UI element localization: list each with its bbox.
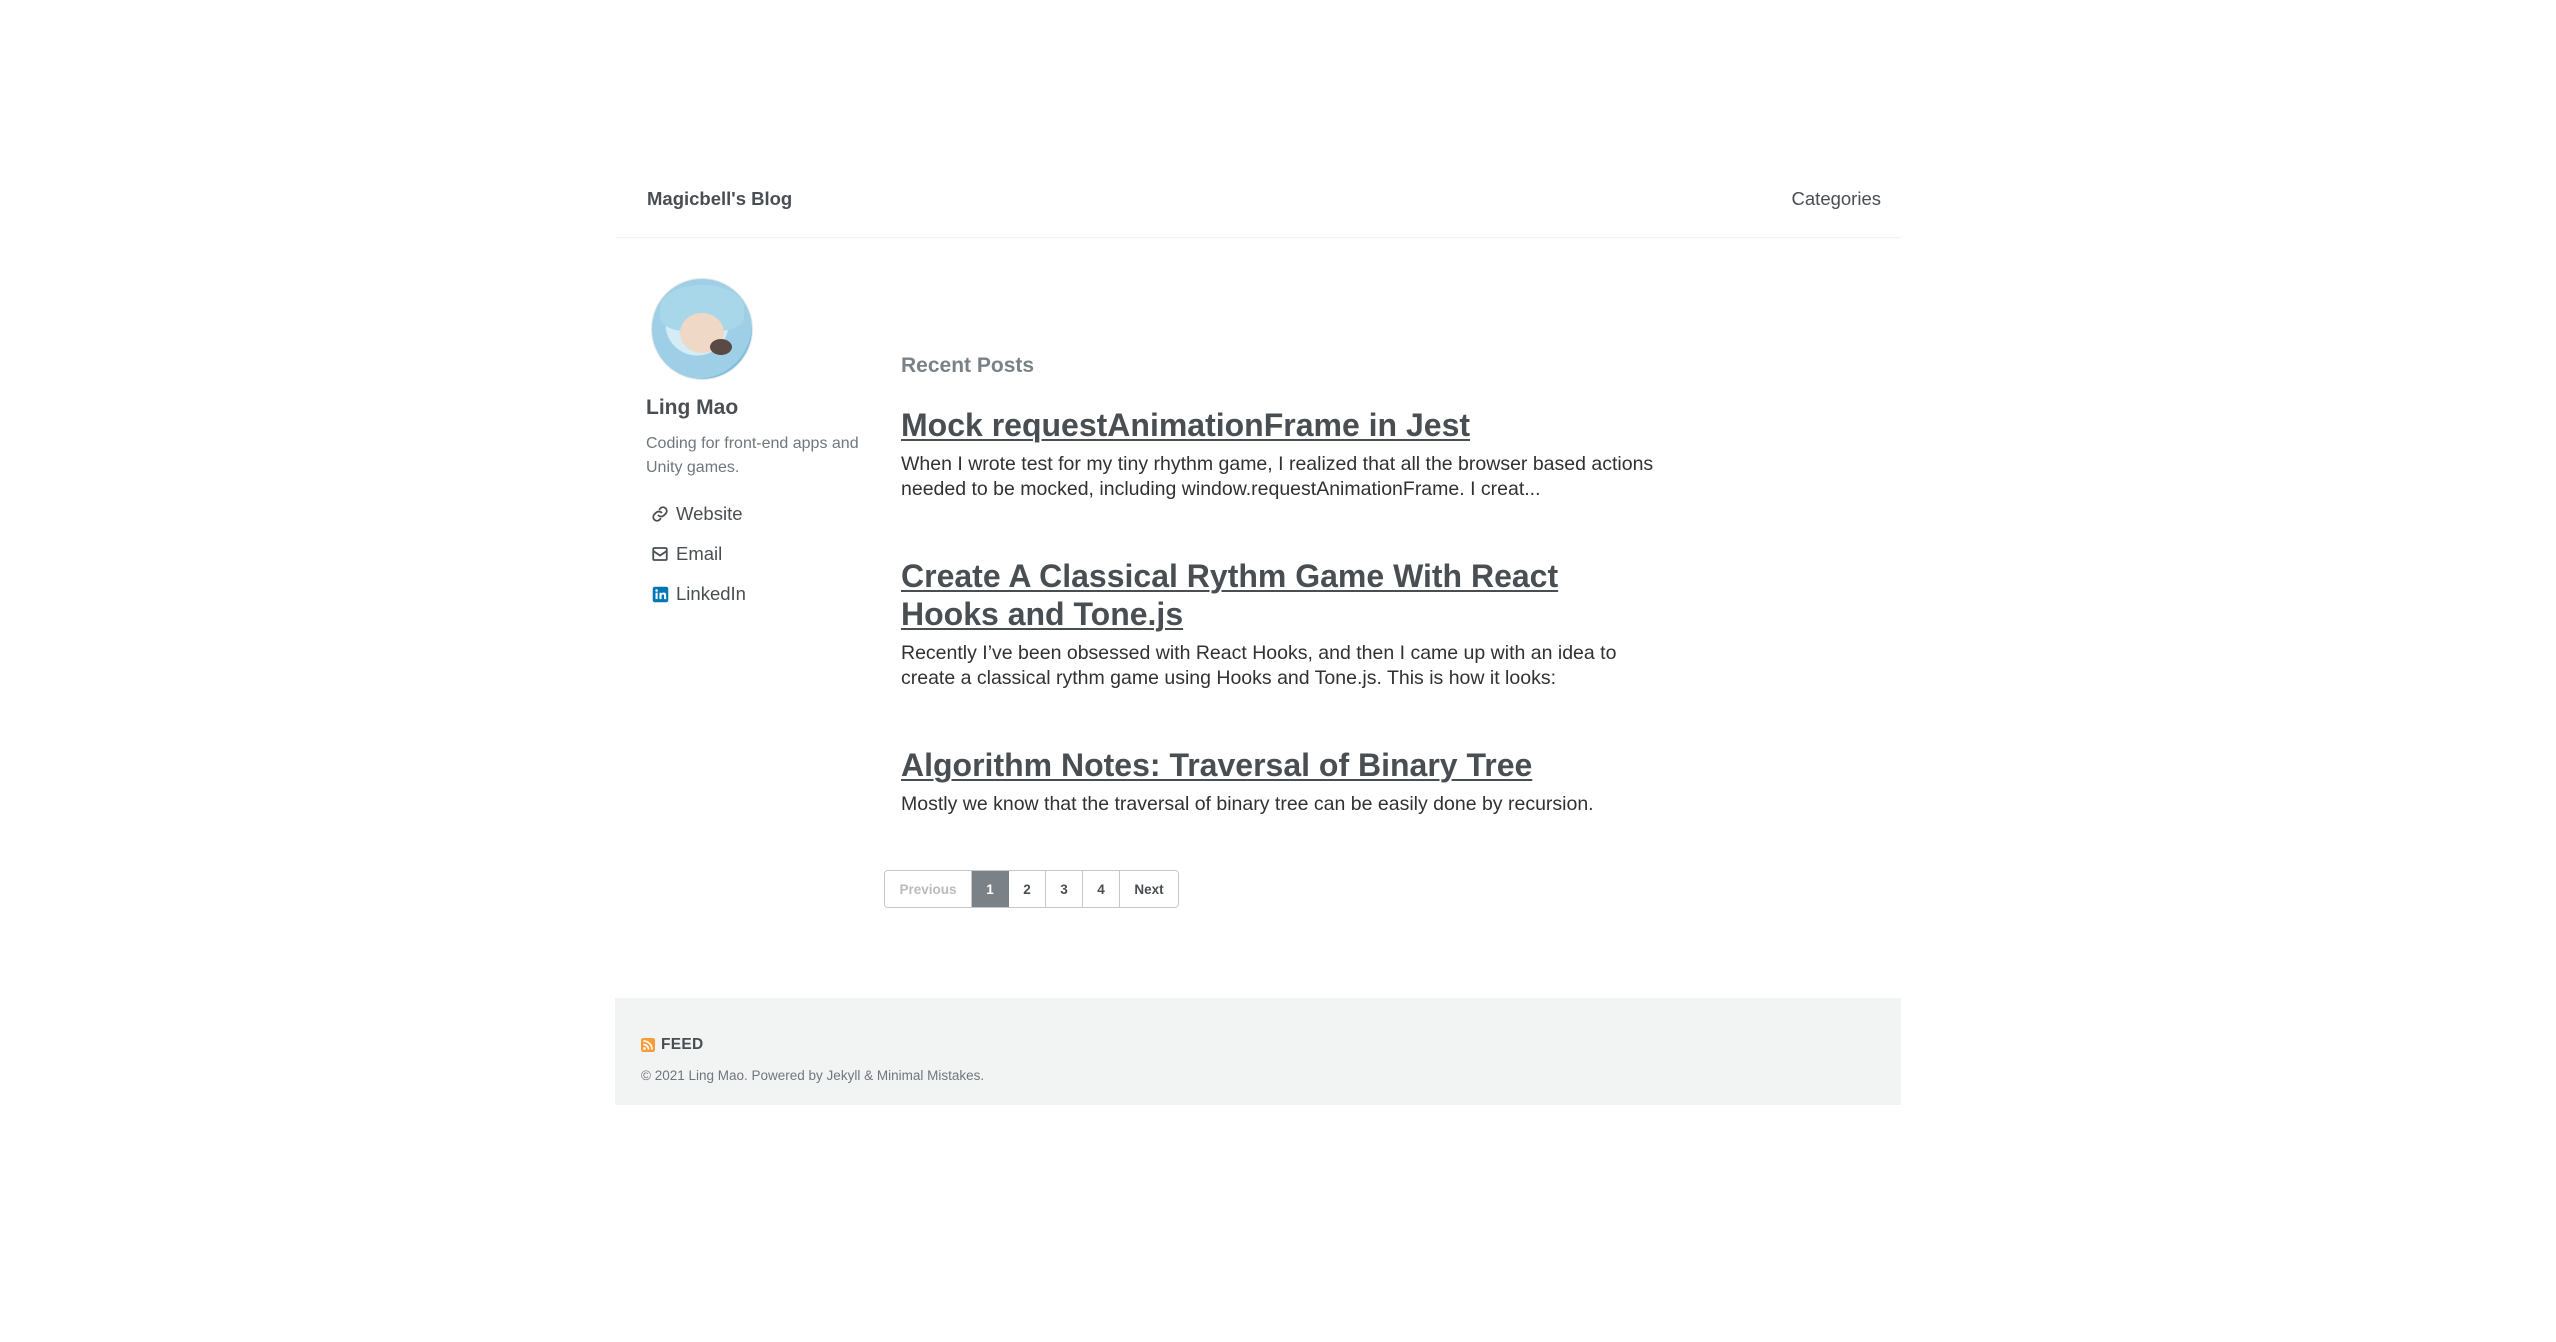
footer: FEED © 2021 Ling Mao. Powered by Jekyll … [615,998,1901,1105]
page-2-button[interactable]: 2 [1009,871,1046,907]
page-4-button[interactable]: 4 [1083,871,1120,907]
linkedin-link[interactable]: LinkedIn [646,574,886,614]
author-bio: Coding for front-end apps and Unity game… [646,435,859,476]
post-excerpt: When I wrote test for my tiny rhythm gam… [901,453,1654,500]
feed-link[interactable]: FEED [641,1036,704,1054]
section-title: Recent Posts [901,354,1035,377]
masthead: Magicbell's Blog Categories [615,170,1901,238]
nav-categories-link[interactable]: Categories [1792,188,1881,210]
site-title-link[interactable]: Magicbell's Blog [647,188,792,210]
post-excerpt: Mostly we know that the traversal of bin… [901,793,1594,815]
post-item: Algorithm Notes: Traversal of Binary Tre… [901,746,1661,817]
linkedin-link-label: LinkedIn [676,583,746,604]
avatar [651,278,753,380]
copyright: © 2021 Ling Mao. Powered by Jekyll & Min… [641,1068,985,1083]
feed-label: FEED [661,1036,704,1053]
envelope-icon [648,542,672,566]
link-icon [648,502,672,526]
recent-posts: Recent Posts Mock requestAnimationFrame … [901,354,1661,817]
post-title-link[interactable]: Mock requestAnimationFrame in Jest [901,406,1661,444]
previous-page-button: Previous [885,871,972,907]
website-link[interactable]: Website [646,494,886,534]
post-item: Create A Classical Rythm Game With React… [901,557,1661,691]
post-title-link[interactable]: Algorithm Notes: Traversal of Binary Tre… [901,746,1661,784]
post-title-link[interactable]: Create A Classical Rythm Game With React… [901,557,1661,633]
post-item: Mock requestAnimationFrame in Jest When … [901,406,1661,502]
page-3-button[interactable]: 3 [1046,871,1083,907]
website-link-label: Website [676,503,743,524]
post-excerpt: Recently I’ve been obsessed with React H… [901,642,1617,689]
email-link[interactable]: Email [646,534,886,574]
author-sidebar: Ling Mao Coding for front-end apps and U… [646,278,886,614]
author-name: Ling Mao [646,396,739,419]
avatar-hand [710,339,732,355]
linkedin-icon [648,582,672,606]
pagination: Previous 1 2 3 4 Next [884,870,1179,908]
rss-icon [641,1038,655,1052]
page-1-button[interactable]: 1 [972,871,1009,907]
author-links: Website Email LinkedIn [646,494,886,614]
email-link-label: Email [676,543,723,564]
next-page-button[interactable]: Next [1120,871,1178,907]
